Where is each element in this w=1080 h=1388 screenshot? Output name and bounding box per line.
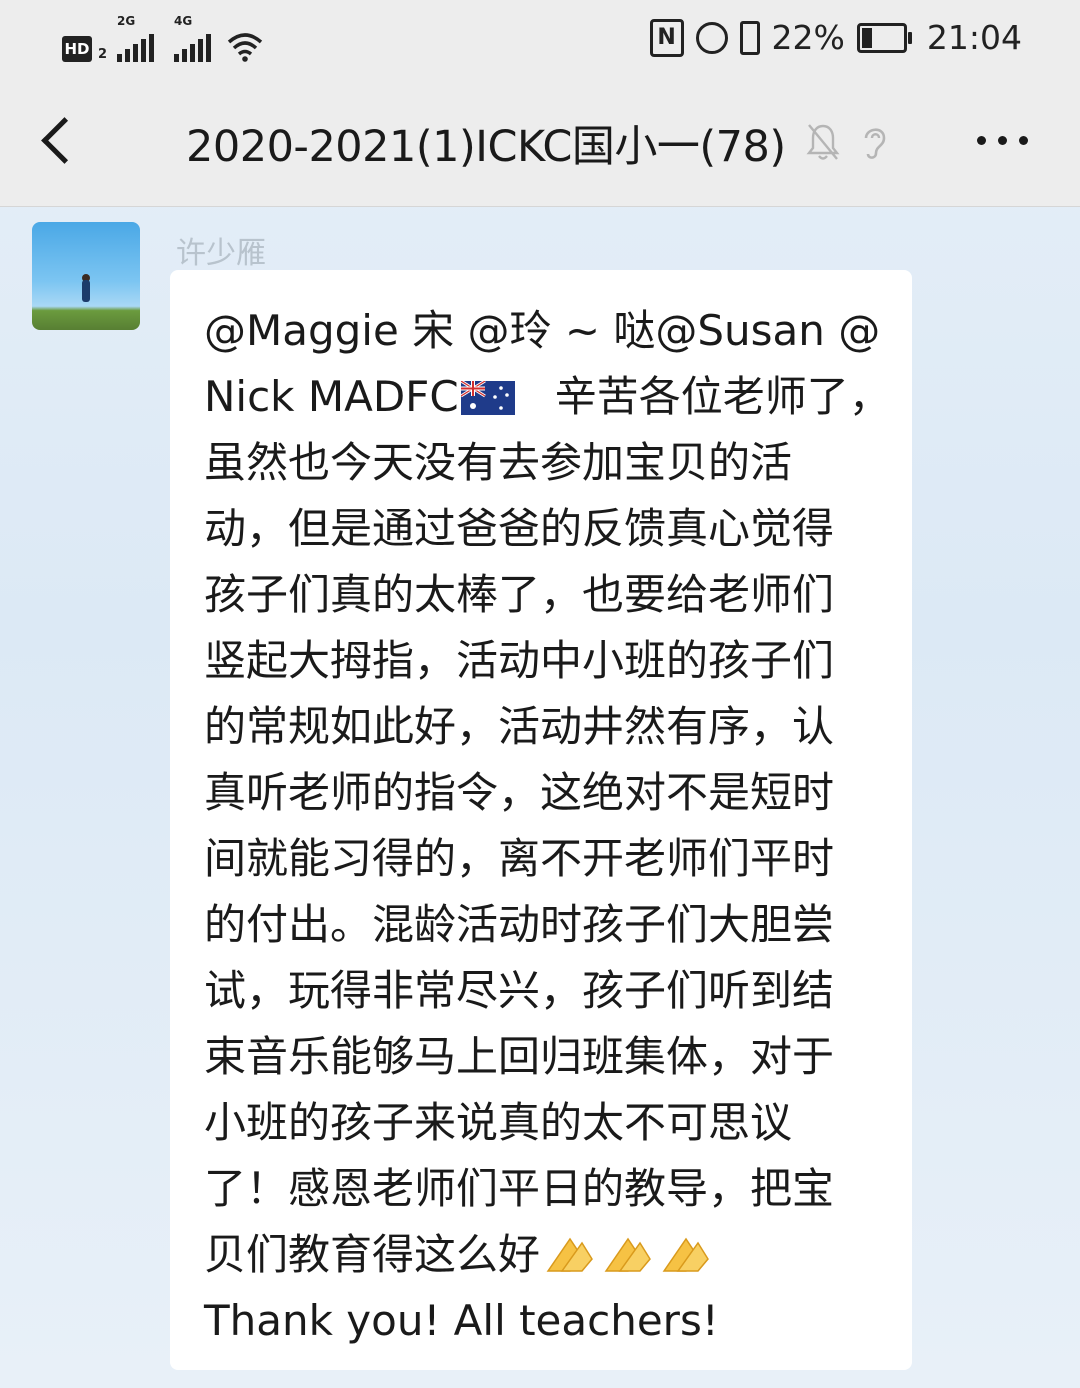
hd-sim-number: 2	[98, 47, 108, 62]
message-line: 虽然也今天没有去参加宝贝的活	[204, 438, 793, 487]
folded-hands-emoji-icon	[604, 1237, 651, 1272]
folded-hands-emoji-icon	[662, 1237, 709, 1272]
message-text: 贝们教育得这么好	[204, 1230, 541, 1279]
message-line: 的付出。混龄活动时孩子们大胆尝	[204, 900, 835, 949]
message-line: 束音乐能够马上回归班集体，对于	[204, 1032, 835, 1081]
message-line: 孩子们真的太棒了，也要给老师们	[204, 570, 835, 619]
network-type-label: 2G	[117, 14, 136, 28]
message-line: Nick MADFC 辛苦各位老师了，	[204, 364, 891, 430]
chat-title: 2020-2021(1)ICKC国小一(78)	[186, 122, 786, 172]
message-line: 真听老师的指令，这绝对不是短时	[204, 768, 835, 817]
alarm-clock-icon	[695, 21, 728, 54]
clock: 21:04	[926, 18, 1022, 57]
status-left: HD 2 2G 4G	[62, 14, 263, 62]
wifi-icon	[227, 33, 263, 62]
message-line: 的常规如此好，活动井然有序，认	[204, 702, 835, 751]
message-line: Thank you! All teachers!	[204, 1296, 719, 1345]
message-line: 试，玩得非常尽兴，孩子们听到结	[204, 966, 835, 1015]
battery-level-fill	[861, 27, 872, 48]
status-bar: HD 2 2G 4G N 22% 21:04	[0, 0, 1080, 78]
mute-notification-icon	[806, 124, 840, 160]
back-arrow-icon[interactable]	[41, 117, 88, 164]
message-line: @Maggie 宋 @玲 ~ 哒@Susan @	[204, 306, 881, 355]
status-right: N 22% 21:04	[649, 18, 1022, 57]
message-line: 动，但是通过爸爸的反馈真心觉得	[204, 504, 835, 553]
signal-strength-icon-sim2: 4G	[174, 14, 212, 62]
more-options-icon[interactable]	[977, 136, 1028, 145]
australia-flag-icon	[460, 381, 515, 415]
message-line: 小班的孩子来说真的太不可思议	[204, 1098, 793, 1147]
signal-strength-icon-sim1: 2G	[117, 14, 155, 62]
hd-voice-icon: HD	[62, 36, 92, 62]
message-line: 贝们教育得这么好	[204, 1222, 882, 1288]
avatar[interactable]	[32, 222, 140, 330]
folded-hands-emoji-icon	[546, 1237, 593, 1272]
message-line: 竖起大拇指，活动中小班的孩子们	[204, 636, 835, 685]
message-line: 了！感恩老师们平日的教导，把宝	[204, 1164, 835, 1213]
message-text: 辛苦各位老师了，	[514, 372, 891, 421]
nfc-icon: N	[649, 18, 684, 57]
earpiece-mode-icon	[864, 128, 886, 159]
sender-name: 许少雁	[176, 236, 266, 271]
network-type-label: 4G	[174, 14, 193, 28]
battery-percent: 22%	[771, 18, 845, 57]
message-bubble[interactable]: @Maggie 宋 @玲 ~ 哒@Susan @ Nick MADFC 辛苦各位…	[170, 270, 912, 1370]
chat-header: 2020-2021(1)ICKC国小一(78)	[0, 78, 1080, 207]
message-line: 间就能习得的，离不开老师们平时	[204, 834, 835, 883]
vibrate-icon	[739, 20, 760, 55]
battery-icon	[856, 22, 912, 53]
message-text: Nick MADFC	[204, 372, 459, 421]
